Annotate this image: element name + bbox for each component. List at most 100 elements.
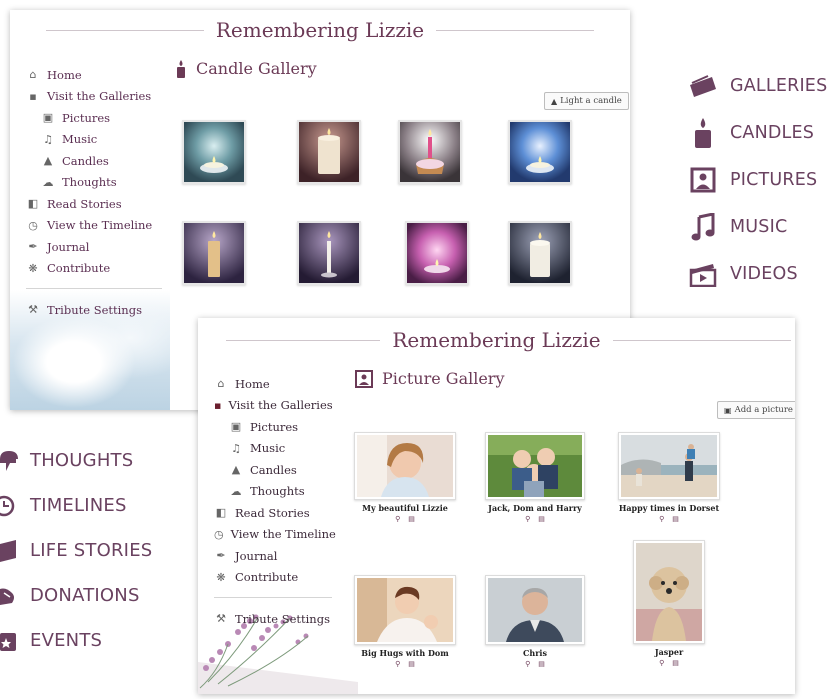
wrench-icon: ⚒: [28, 303, 38, 317]
home-icon: ⌂: [217, 377, 225, 391]
thought-icon: ☁: [42, 175, 54, 189]
sidebar-item-stories[interactable]: ◧ Read Stories: [26, 193, 162, 215]
sidebar-item-music[interactable]: ♫ Music: [214, 438, 332, 460]
gallery-title: Picture Gallery: [355, 369, 505, 388]
page-header: Remembering Lizzie: [198, 328, 795, 352]
feature-list-right: GALLERIES CANDLES PICTURES MUSIC VIDEOS: [686, 62, 827, 297]
page-title: Remembering Lizzie: [203, 18, 437, 42]
zoom-icon[interactable]: ⚲: [659, 515, 664, 523]
picture-item[interactable]: Big Hugs with Dom ⚲ ▤: [353, 575, 457, 668]
details-icon[interactable]: ▤: [538, 660, 545, 668]
details-icon[interactable]: ▤: [672, 659, 679, 667]
music-note-icon: ♫: [43, 132, 53, 146]
picture-item[interactable]: Jack, Dom and Harry ⚲ ▤: [485, 432, 585, 523]
picture-thumbnail[interactable]: [354, 432, 456, 500]
candle-tile[interactable]: [398, 120, 462, 184]
candle-tile[interactable]: [182, 221, 246, 285]
feature-thoughts: THOUGHTS: [0, 438, 152, 483]
sidebar-item-timeline[interactable]: ◷ View the Timeline: [214, 524, 336, 546]
candle-tile[interactable]: [405, 221, 469, 285]
candle-tile[interactable]: [297, 221, 361, 285]
picture-thumbnail[interactable]: [485, 432, 585, 500]
candle-tile[interactable]: [297, 120, 361, 184]
candle-icon: ▲: [231, 463, 241, 477]
picture-item[interactable]: Happy times in Dorset ⚲ ▤: [617, 432, 721, 523]
picture-caption: Big Hugs with Dom: [361, 648, 449, 658]
sidebar-item-galleries[interactable]: ▪ Visit the Galleries: [214, 395, 333, 417]
feature-galleries: GALLERIES: [686, 62, 827, 109]
sidebar-item-music[interactable]: ♫ Music: [26, 129, 162, 151]
feature-timelines: TIMELINES: [0, 483, 152, 528]
gallery-icon: [686, 74, 720, 97]
picture-icon: ▣: [42, 111, 54, 125]
picture-thumbnail[interactable]: [485, 575, 585, 645]
sidebar-item-candles[interactable]: ▲ Candles: [214, 459, 332, 481]
heart-hand-icon: [0, 585, 18, 607]
picture-item[interactable]: My beautiful Lizzie ⚲ ▤: [353, 432, 457, 523]
candle-tile[interactable]: [508, 120, 572, 184]
page-title: Remembering Lizzie: [380, 328, 613, 352]
picture-caption: My beautiful Lizzie: [362, 503, 448, 513]
feature-events: EVENTS: [0, 618, 152, 663]
clock-icon: [0, 495, 18, 517]
sidebar-item-pictures[interactable]: ▣ Pictures: [214, 416, 332, 438]
zoom-icon[interactable]: ⚲: [395, 515, 400, 523]
sidebar-item-timeline[interactable]: ◷ View the Timeline: [26, 215, 162, 237]
zoom-icon[interactable]: ⚲: [525, 660, 530, 668]
sidebar-item-candles[interactable]: ▲ Candles: [26, 150, 162, 172]
details-icon[interactable]: ▤: [408, 515, 415, 523]
light-candle-button[interactable]: ▲ Light a candle: [544, 92, 629, 110]
picture-gallery-window: Remembering Lizzie ⌂ Home ▪ Visit the Gall…: [198, 318, 795, 694]
details-icon[interactable]: ▤: [538, 515, 545, 523]
sidebar-item-home[interactable]: ⌂ Home: [214, 373, 332, 395]
sidebar-nav: ⌂ Home ▪ Visit the Galleries ▣ Pictures ♫ Mu…: [214, 373, 336, 630]
details-icon[interactable]: ▤: [408, 660, 415, 668]
sidebar-divider: [214, 597, 332, 598]
feature-pictures: PICTURES: [686, 156, 827, 203]
candle-icon: [175, 59, 187, 78]
candle-tile[interactable]: [508, 221, 572, 285]
picture-item[interactable]: Chris ⚲ ▤: [485, 575, 585, 668]
clock-icon: ◷: [214, 527, 224, 541]
candle-tile[interactable]: [182, 120, 246, 184]
sidebar-item-journal[interactable]: ✒ Journal: [214, 545, 332, 567]
sidebar-item-thoughts[interactable]: ☁ Thoughts: [214, 481, 332, 503]
picture-thumbnail[interactable]: [354, 575, 456, 645]
home-icon: ⌂: [29, 68, 37, 82]
gallery-icon: ▪: [214, 398, 222, 412]
music-note-icon: [686, 212, 720, 241]
sidebar-item-tribute-settings[interactable]: ⚒ Tribute Settings: [26, 299, 162, 321]
sidebar-item-home[interactable]: ⌂ Home: [26, 64, 162, 86]
sidebar-item-contribute[interactable]: ❋ Contribute: [26, 258, 162, 280]
feature-videos: VIDEOS: [686, 250, 827, 297]
picture-icon: [355, 369, 373, 388]
thought-icon: [0, 450, 18, 471]
thought-icon: ☁: [230, 484, 242, 498]
music-note-icon: ♫: [231, 441, 241, 455]
star-calendar-icon: [0, 630, 18, 652]
sidebar-item-journal[interactable]: ✒ Journal: [26, 236, 162, 258]
picture-thumbnail[interactable]: [633, 540, 705, 644]
feature-music: MUSIC: [686, 203, 827, 250]
picture-caption: Chris: [523, 648, 547, 658]
book-icon: ◧: [27, 197, 39, 211]
details-icon[interactable]: ▤: [672, 515, 679, 523]
wrench-icon: ⚒: [216, 612, 226, 626]
zoom-icon[interactable]: ⚲: [525, 515, 530, 523]
zoom-icon[interactable]: ⚲: [659, 659, 664, 667]
pen-icon: ✒: [216, 549, 226, 563]
sidebar-item-stories[interactable]: ◧ Read Stories: [214, 502, 332, 524]
sidebar-item-tribute-settings[interactable]: ⚒ Tribute Settings: [214, 608, 332, 630]
picture-item[interactable]: Jasper ⚲ ▤: [623, 540, 715, 667]
sidebar-item-galleries[interactable]: ▪ Visit the Galleries: [26, 86, 162, 108]
feature-donations: DONATIONS: [0, 573, 152, 618]
clock-icon: ◷: [28, 218, 38, 232]
candle-icon: ▲: [551, 96, 558, 106]
candle-icon: ▲: [43, 154, 53, 168]
zoom-icon[interactable]: ⚲: [395, 660, 400, 668]
sidebar-item-contribute[interactable]: ❋ Contribute: [214, 567, 332, 589]
picture-thumbnail[interactable]: [618, 432, 720, 500]
add-picture-button[interactable]: ▣ Add a picture: [717, 401, 795, 419]
sidebar-item-thoughts[interactable]: ☁ Thoughts: [26, 172, 162, 194]
sidebar-item-pictures[interactable]: ▣ Pictures: [26, 107, 162, 129]
